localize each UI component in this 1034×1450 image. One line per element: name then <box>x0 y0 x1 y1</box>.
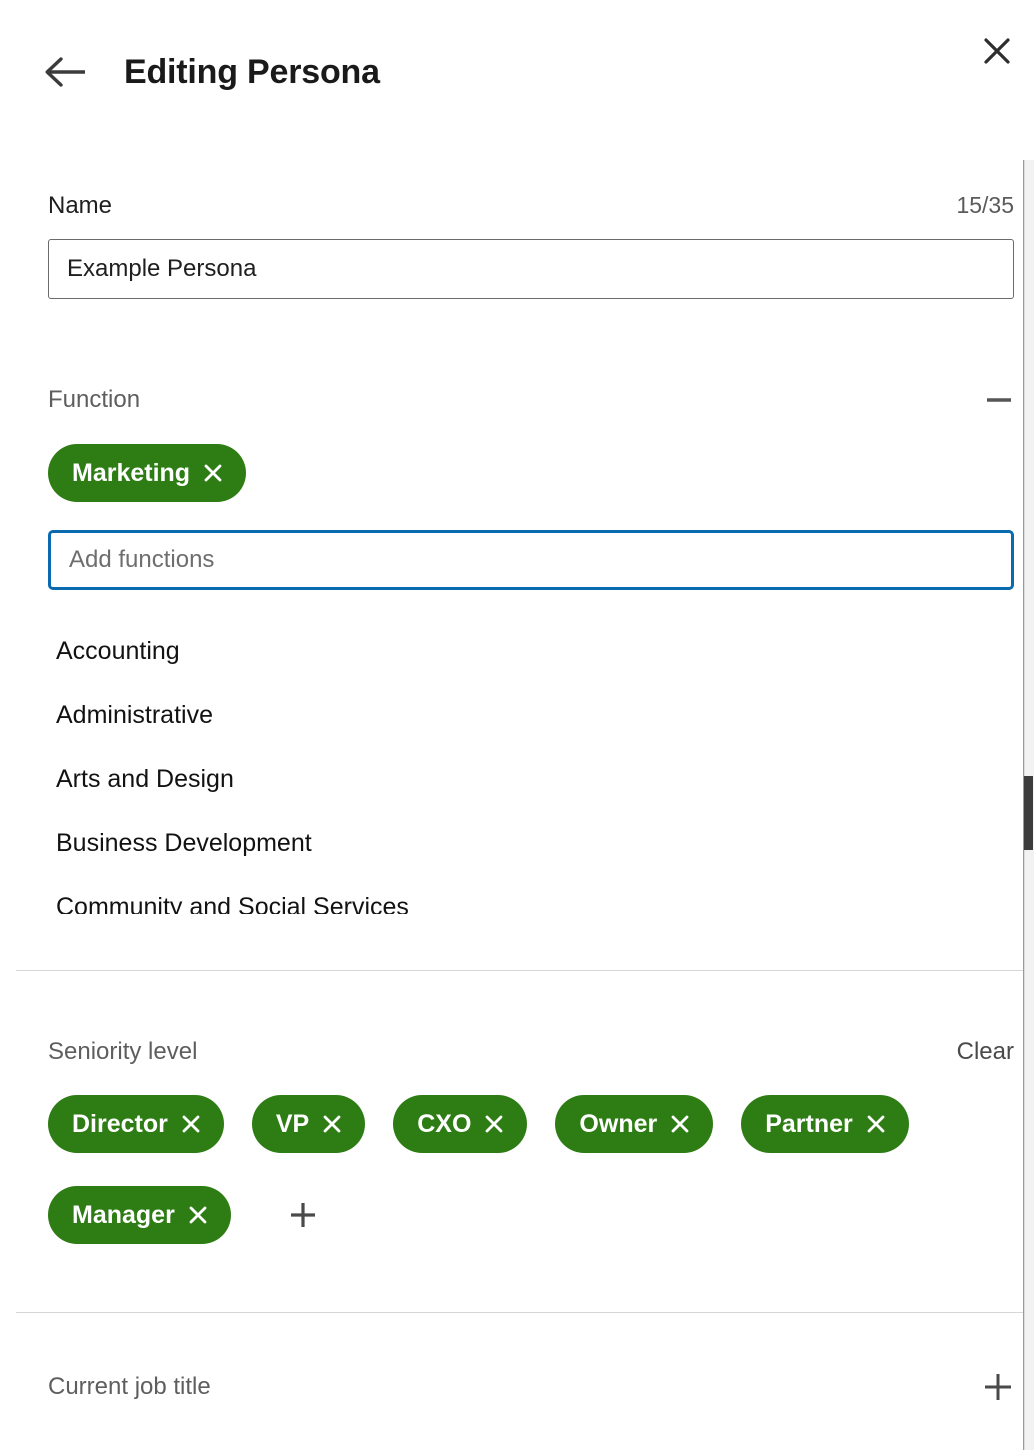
close-icon[interactable] <box>974 28 1020 74</box>
plus-icon[interactable] <box>974 1370 1014 1404</box>
name-field-group: Name 15/35 <box>48 190 1014 299</box>
function-option[interactable]: Arts and Design <box>56 747 1014 811</box>
seniority-chip-cxo[interactable]: CXO <box>393 1095 528 1153</box>
plus-icon[interactable] <box>281 1193 325 1237</box>
page-title: Editing Persona <box>124 53 380 91</box>
scrollbar-track[interactable] <box>1024 160 1034 1450</box>
close-icon[interactable] <box>669 1113 691 1135</box>
seniority-chip-list: Director VP CXO Owner Partner Manager <box>48 1095 1014 1244</box>
close-icon[interactable] <box>202 462 224 484</box>
function-option[interactable]: Administrative <box>56 683 1014 747</box>
seniority-section: Seniority level Clear Director VP CXO Ow… <box>48 1035 1014 1244</box>
name-label-row: Name 15/35 <box>48 190 1014 222</box>
function-option[interactable]: Community and Social Services <box>56 875 1014 914</box>
seniority-section-header: Seniority level Clear <box>48 1035 1014 1069</box>
job-title-section-header[interactable]: Current job title <box>48 1370 1014 1404</box>
chip-label: VP <box>275 1109 310 1138</box>
seniority-chip-partner[interactable]: Partner <box>741 1095 909 1153</box>
job-title-section: Current job title <box>48 1370 1014 1404</box>
chip-label: Marketing <box>72 458 191 487</box>
function-chip-marketing[interactable]: Marketing <box>48 444 247 502</box>
name-char-counter: 15/35 <box>956 192 1014 218</box>
function-chip-list: Marketing <box>48 444 1014 502</box>
add-functions-input[interactable] <box>48 530 1014 590</box>
close-icon[interactable] <box>321 1113 343 1135</box>
chip-label: Owner <box>579 1109 658 1138</box>
seniority-chip-row: Director VP CXO Owner Partner <box>48 1095 1014 1153</box>
job-title-section-title: Current job title <box>48 1373 211 1400</box>
chip-label: Director <box>72 1109 168 1138</box>
seniority-chip-row: Manager <box>48 1186 1014 1244</box>
chip-label: Partner <box>765 1109 853 1138</box>
name-label: Name <box>48 192 113 219</box>
seniority-chip-manager[interactable]: Manager <box>48 1186 231 1244</box>
seniority-section-title: Seniority level <box>48 1038 198 1065</box>
function-section: Function Marketing Accounting Administra… <box>48 383 1014 914</box>
panel-header: Editing Persona <box>0 0 1034 130</box>
name-input[interactable] <box>48 239 1014 299</box>
chip-label: Manager <box>72 1200 175 1229</box>
section-divider <box>16 1312 1034 1313</box>
close-icon[interactable] <box>865 1113 887 1135</box>
close-icon[interactable] <box>187 1204 209 1226</box>
function-section-header[interactable]: Function <box>48 383 1014 417</box>
back-arrow-icon[interactable] <box>42 48 90 96</box>
section-divider <box>16 970 1034 971</box>
seniority-chip-owner[interactable]: Owner <box>555 1095 714 1153</box>
function-option[interactable]: Business Development <box>56 811 1014 875</box>
scrollbar-thumb[interactable] <box>1024 776 1033 850</box>
function-options-dropdown[interactable]: Accounting Administrative Arts and Desig… <box>56 619 1014 914</box>
function-section-title: Function <box>48 386 141 413</box>
minus-icon[interactable] <box>974 383 1014 417</box>
close-icon[interactable] <box>483 1113 505 1135</box>
close-icon[interactable] <box>180 1113 202 1135</box>
seniority-chip-director[interactable]: Director <box>48 1095 224 1153</box>
clear-seniority-button[interactable]: Clear <box>957 1035 1014 1069</box>
editing-persona-panel: Editing Persona Name 15/35 Function Mark <box>0 0 1034 1450</box>
seniority-chip-vp[interactable]: VP <box>251 1095 366 1153</box>
chip-label: CXO <box>417 1109 472 1138</box>
function-option[interactable]: Accounting <box>56 619 1014 683</box>
